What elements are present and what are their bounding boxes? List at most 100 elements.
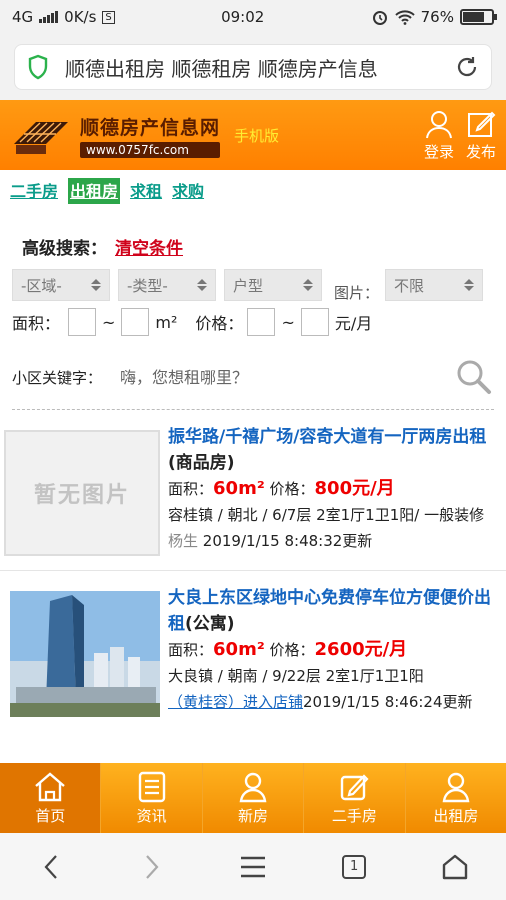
- login-button[interactable]: 登录: [424, 109, 454, 162]
- home-button[interactable]: [425, 842, 485, 892]
- price-unit: 元/月: [334, 314, 373, 333]
- network-type: 4G: [12, 8, 34, 26]
- person-icon: [442, 772, 470, 802]
- search-icon[interactable]: [454, 357, 494, 397]
- area-label: 面积：: [168, 480, 214, 498]
- listing-title-link[interactable]: 振华路/千禧广场/容奇大道有一厅两房出租: [168, 427, 486, 447]
- district-select[interactable]: -区域-: [12, 269, 110, 301]
- listing-details: 容桂镇 / 朝北 / 6/7层 2室1厅1卫1阳/ 一般装修: [168, 506, 485, 524]
- roof-logo-icon: [14, 122, 68, 154]
- tabs-button[interactable]: 1: [324, 842, 384, 892]
- picture-select-value: 不限: [394, 276, 425, 295]
- nav-second-hand[interactable]: 二手房: [303, 763, 404, 833]
- building-photo-icon: [10, 591, 160, 717]
- listing-price: 2600元/月: [314, 639, 408, 660]
- area-unit: m²: [155, 312, 178, 332]
- home-icon: [35, 771, 65, 801]
- listing-price: 800元/月: [314, 478, 395, 499]
- site-name: 顺德房产信息网: [80, 116, 221, 139]
- tab-count: 1: [342, 854, 367, 879]
- listing-type: (商品房): [168, 453, 235, 473]
- price-label: 价格：: [195, 314, 244, 333]
- s-badge-icon: S: [102, 10, 115, 24]
- listing-area-price: 面积：60m² 价格：2600元/月: [168, 637, 502, 663]
- keyword-input[interactable]: [120, 367, 411, 387]
- site-logo[interactable]: 顺德房产信息网 www.0757fc.com: [10, 113, 221, 158]
- nav-second-hand-label: 二手房: [331, 806, 377, 825]
- advanced-search: 高级搜索： 清空条件 -区域- -类型- 户型 图片： 不限 面积： ~ m² …: [0, 234, 506, 410]
- select-arrows-icon: [197, 279, 207, 291]
- address-bar[interactable]: 顺德出租房 顺德租房 顺德房产信息: [14, 44, 492, 90]
- post-button[interactable]: 发布: [466, 109, 496, 162]
- refresh-icon[interactable]: [455, 55, 479, 79]
- listing-item[interactable]: 大良上东区绿地中心免费停车位方便便价出租(公寓) 面积：60m² 价格：2600…: [0, 570, 506, 731]
- nav-news[interactable]: 资讯: [100, 763, 201, 833]
- wifi-icon: [394, 10, 415, 25]
- nav-new-homes-label: 新房: [238, 806, 269, 825]
- back-button[interactable]: [21, 842, 81, 892]
- picture-select[interactable]: 不限: [385, 269, 484, 301]
- select-arrows-icon: [91, 279, 101, 291]
- nav-rental-label: 出租房: [433, 806, 479, 825]
- page-title[interactable]: 顺德出租房 顺德租房 顺德房产信息: [65, 53, 439, 82]
- battery-icon: [459, 9, 497, 25]
- type-select-value: -类型-: [127, 276, 168, 295]
- bottom-nav: 首页 资讯 新房 二手房 出租房: [0, 763, 506, 833]
- site-url: www.0757fc.com: [80, 141, 221, 158]
- chevron-right-icon: [145, 854, 159, 879]
- browser-toolbar: 顺德出租房 顺德租房 顺德房产信息: [0, 34, 506, 100]
- news-icon: [138, 771, 165, 802]
- layout-select[interactable]: 户型: [224, 269, 322, 301]
- home-shape-icon: [443, 854, 468, 879]
- price-min-input[interactable]: [247, 308, 276, 336]
- area-label: 面积：: [12, 314, 61, 333]
- area-max-input[interactable]: [121, 308, 150, 336]
- forward-button[interactable]: [122, 842, 182, 892]
- listing-type: (公寓): [185, 614, 235, 634]
- listing-updated: 2019/1/15 8:48:32更新: [202, 532, 373, 550]
- listing-thumbnail-placeholder[interactable]: 暂无图片: [4, 430, 160, 556]
- nav-news-label: 资讯: [136, 806, 167, 825]
- listing-agent: 杨生: [168, 532, 199, 550]
- tab-second-hand[interactable]: 二手房: [10, 178, 58, 204]
- area-range-separator: ~: [102, 312, 116, 332]
- listing-item[interactable]: 暂无图片 振华路/千禧广场/容奇大道有一厅两房出租 (商品房) 面积：60m² 价…: [0, 410, 506, 570]
- nav-home-label: 首页: [35, 806, 66, 825]
- select-arrows-icon: [303, 279, 313, 291]
- type-select[interactable]: -类型-: [118, 269, 216, 301]
- layout-select-value: 户型: [233, 276, 264, 295]
- network-speed: 0K/s: [64, 8, 97, 26]
- alarm-icon: [372, 11, 387, 25]
- shield-icon: [28, 54, 48, 80]
- tab-want-buy[interactable]: 求购: [172, 178, 204, 204]
- listing-title: 大良上东区绿地中心免费停车位方便便价出租(公寓): [168, 585, 502, 637]
- listing-area: 60m²: [213, 478, 265, 499]
- listing-meta: （黄桂容）进入店铺2019/1/15 8:46:24更新: [168, 689, 502, 715]
- nav-new-homes[interactable]: 新房: [201, 763, 303, 833]
- category-tabs: 二手房 出租房 求租 求购: [0, 170, 506, 204]
- advanced-search-label: 高级搜索：: [22, 239, 107, 259]
- district-select-value: -区域-: [21, 276, 62, 295]
- menu-icon: [240, 856, 265, 877]
- price-max-input[interactable]: [300, 308, 329, 336]
- listing-area: 60m²: [213, 639, 265, 660]
- mobile-version-tag: 手机版: [234, 126, 280, 145]
- listing-photo[interactable]: [10, 591, 160, 717]
- price-label: 价格：: [269, 641, 315, 659]
- clock: 09:02: [221, 8, 265, 26]
- select-arrows-icon: [464, 279, 475, 291]
- nav-rental[interactable]: 出租房: [404, 763, 506, 833]
- tab-rental[interactable]: 出租房: [68, 178, 121, 204]
- nav-home[interactable]: 首页: [0, 763, 101, 833]
- area-min-input[interactable]: [68, 308, 97, 336]
- listing-area-price: 面积：60m² 价格：800元/月: [168, 476, 502, 502]
- edit-icon: [341, 773, 369, 800]
- site-header: 顺德房产信息网 www.0757fc.com 手机版 登录 发布: [0, 100, 506, 170]
- listing-details: 大良镇 / 朝南 / 9/22层 2室1厅1卫1阳: [168, 667, 424, 685]
- menu-button[interactable]: [223, 842, 283, 892]
- clear-filters-link[interactable]: 清空条件: [115, 234, 183, 259]
- price-label: 价格：: [269, 480, 315, 498]
- price-range-separator: ~: [281, 312, 295, 332]
- enter-shop-link[interactable]: （黄桂容）进入店铺: [168, 693, 303, 711]
- tab-want-rent[interactable]: 求租: [130, 178, 162, 204]
